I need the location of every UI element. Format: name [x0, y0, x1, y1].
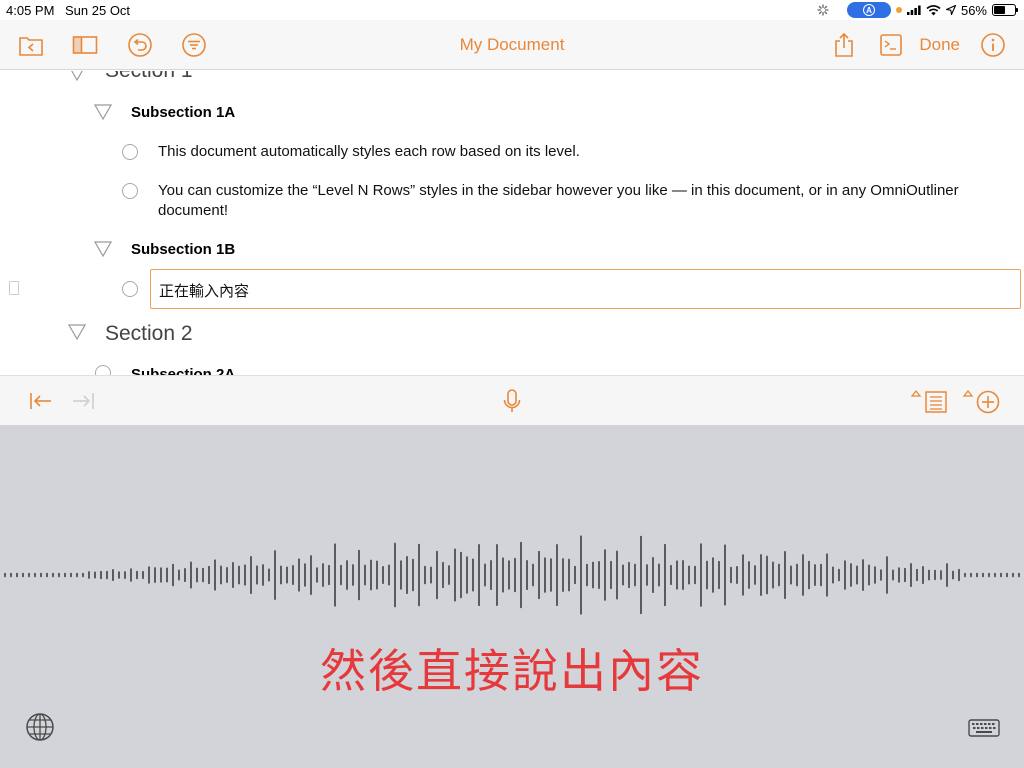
- subsection-heading: Subsection 1B: [131, 241, 236, 258]
- disclosure-triangle-icon[interactable]: [94, 241, 112, 257]
- keyboard-accessory-bar: [0, 375, 1024, 425]
- input-method-indicator: A: [846, 2, 891, 18]
- row-bullet[interactable]: [95, 365, 111, 375]
- status-bar: 4:05 PM Sun 25 Oct A 56%: [0, 0, 1024, 20]
- document-title: My Document: [459, 35, 565, 54]
- outdent-icon[interactable]: [28, 388, 54, 414]
- disclosure-triangle-icon[interactable]: [94, 104, 112, 120]
- row-text: This document automatically styles each …: [158, 143, 580, 160]
- row-edit-field[interactable]: 正在輸入內容: [150, 269, 1021, 309]
- insert-note-icon[interactable]: [910, 388, 950, 414]
- row-drag-handle[interactable]: [9, 281, 19, 295]
- section-heading: Section 1: [105, 71, 193, 83]
- dictation-hint-text: 然後直接說出內容: [320, 644, 704, 698]
- disclosure-triangle-icon[interactable]: [68, 71, 86, 81]
- editing-text: 正在輸入內容: [159, 283, 250, 300]
- cellular-signal-icon: [906, 5, 921, 15]
- loading-spinner-icon: [817, 4, 829, 16]
- share-icon[interactable]: [831, 32, 857, 58]
- wifi-icon: [926, 4, 941, 15]
- outline-row[interactable]: Subsection 2A: [0, 363, 1024, 375]
- status-indicators: A 56%: [817, 2, 1018, 18]
- disclosure-triangle-icon[interactable]: [68, 324, 86, 340]
- outline-row[interactable]: This document automatically styles each …: [0, 141, 1024, 169]
- outline-row[interactable]: Subsection 1B: [0, 238, 1024, 266]
- row-bullet[interactable]: [122, 183, 138, 199]
- outline-row[interactable]: Subsection 1A: [0, 101, 1024, 129]
- add-row-icon[interactable]: [962, 388, 1002, 414]
- row-text-line-1: You can customize the “Level N Rows” sty…: [158, 182, 959, 199]
- outline-row[interactable]: Section 2: [0, 320, 1024, 350]
- mic-in-use-dot: [895, 7, 902, 13]
- row-bullet[interactable]: [122, 144, 138, 160]
- outline-row[interactable]: You can customize the “Level N Rows” sty…: [0, 180, 1024, 230]
- dictation-panel: 然後直接說出內容: [0, 425, 1024, 768]
- globe-icon[interactable]: [25, 712, 55, 742]
- subsection-heading: Subsection 1A: [131, 104, 236, 121]
- console-icon[interactable]: [878, 32, 904, 58]
- row-text-line-2: document!: [158, 202, 229, 219]
- keyboard-icon[interactable]: [968, 719, 1000, 737]
- input-method-a-icon: A: [862, 4, 875, 16]
- indent-icon[interactable]: [70, 388, 96, 414]
- outline-view[interactable]: Section 1 Subsection 1A This document au…: [0, 71, 1024, 375]
- microphone-icon[interactable]: [499, 388, 525, 414]
- status-time: 4:05 PM: [6, 3, 55, 18]
- row-bullet[interactable]: [122, 281, 138, 297]
- battery-percent: 56%: [960, 2, 987, 18]
- status-date: Sun 25 Oct: [65, 3, 131, 18]
- section-heading: Section 2: [105, 322, 193, 345]
- audio-waveform: [4, 535, 1020, 615]
- info-icon[interactable]: [980, 32, 1006, 58]
- document-toolbar: My Document Done: [0, 20, 1024, 70]
- battery-fill: [994, 6, 1006, 14]
- location-arrow-icon: [945, 5, 956, 15]
- done-button[interactable]: Done: [919, 35, 960, 55]
- battery-icon: [992, 4, 1018, 16]
- outline-row[interactable]: Section 1: [0, 71, 1024, 87]
- subsection-heading: Subsection 2A: [131, 366, 236, 375]
